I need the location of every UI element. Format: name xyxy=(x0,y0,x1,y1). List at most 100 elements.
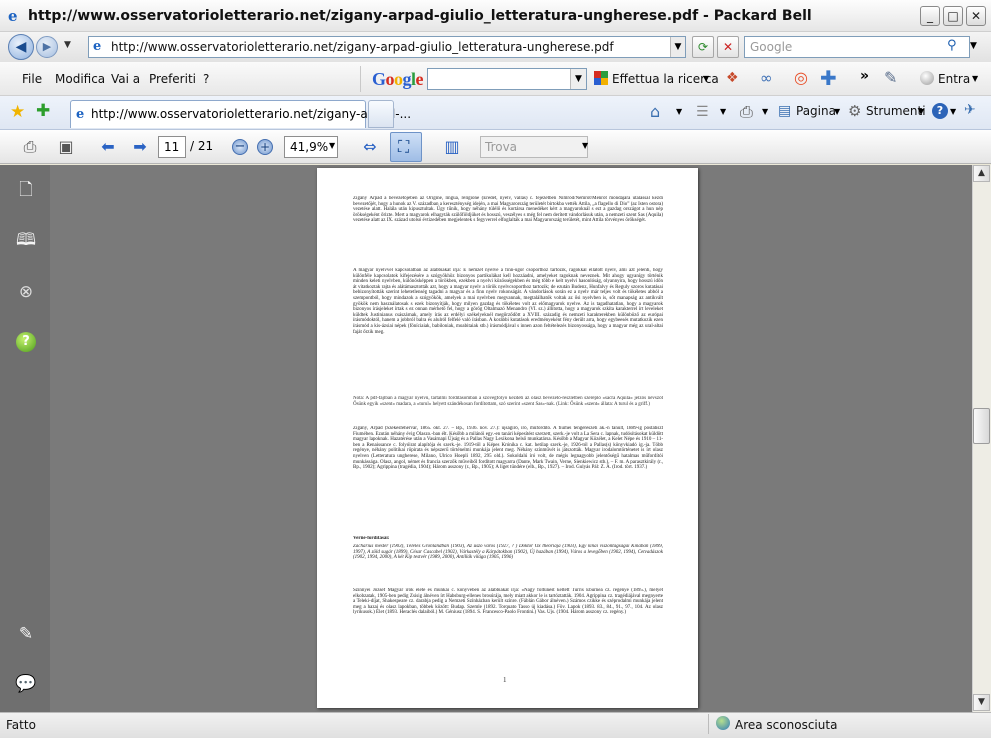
share-icon[interactable]: ∞ xyxy=(760,69,773,87)
print-icon[interactable]: ⎙ xyxy=(740,102,753,122)
binoculars-icon[interactable]: ⊗ xyxy=(14,280,38,304)
user-icon xyxy=(920,71,934,85)
tab-page-icon: e xyxy=(76,107,85,122)
tab-label: http://www.osservatorioletterario.net/zi… xyxy=(91,107,412,121)
back-button[interactable]: ◀ xyxy=(8,34,34,60)
history-dropdown-icon[interactable]: ▼ xyxy=(64,40,71,50)
menu-vai-a[interactable]: Vai a xyxy=(111,72,140,86)
status-text: Fatto xyxy=(6,718,36,732)
signin-dropdown-icon[interactable]: ▼ xyxy=(972,74,978,83)
page-number: 1 xyxy=(503,676,507,684)
status-separator xyxy=(708,714,709,734)
pdf-next-page-icon[interactable]: ➡ xyxy=(128,136,152,158)
gear-icon: ⚙ xyxy=(848,102,862,120)
minimize-button[interactable]: _ xyxy=(920,6,940,26)
bookmarks-icon[interactable]: ❖ xyxy=(726,70,739,86)
pdf-zoom-out-icon[interactable]: − xyxy=(232,139,248,155)
page-menu[interactable]: Pagina xyxy=(796,104,836,118)
pages-panel-icon[interactable]: 🗋 xyxy=(14,178,38,202)
google-search-dropdown-icon[interactable]: ▼ xyxy=(570,69,586,89)
comments-icon[interactable]: 💬 xyxy=(14,672,38,696)
maximize-button[interactable]: □ xyxy=(943,6,963,26)
url-dropdown-icon[interactable]: ▼ xyxy=(670,37,685,57)
verne-heading: Verne-fordításai: xyxy=(353,536,390,541)
menu-modifica[interactable]: Modifica xyxy=(55,72,105,86)
signin-button[interactable]: Entra xyxy=(938,72,970,86)
stop-button[interactable]: ✕ xyxy=(717,36,739,58)
globe-icon xyxy=(716,716,730,730)
pdf-prev-page-icon[interactable]: ⬅ xyxy=(96,136,120,158)
search-icon[interactable]: ⚲ xyxy=(947,38,957,53)
bookmarks-panel-icon[interactable]: 🕮 xyxy=(14,228,38,252)
page-icon: e xyxy=(93,39,102,54)
find-dropdown-icon[interactable]: ▼ xyxy=(582,141,588,150)
pdf-zoom-in-icon[interactable]: + xyxy=(257,139,273,155)
pdf-two-page-icon[interactable]: ▥ xyxy=(440,136,464,158)
menu-help[interactable]: ? xyxy=(203,72,209,86)
new-tab-button[interactable] xyxy=(368,100,394,128)
pdf-page-input[interactable]: 11 xyxy=(158,136,186,158)
pdf-fit-width-icon[interactable]: ⇔ xyxy=(358,136,382,158)
browser-window: e http://www.osservatorioletterario.net/… xyxy=(0,0,991,738)
research-icon[interactable]: ✈ xyxy=(964,102,976,118)
pdf-find-input[interactable]: Trova xyxy=(480,136,588,158)
search-placeholder: Google xyxy=(750,40,793,54)
pdf-print-icon[interactable]: ⎙ xyxy=(18,136,42,158)
pdf-page: Zigány Árpád a bevezetőjében az Origine,… xyxy=(317,168,698,708)
wrench-icon[interactable]: ✎ xyxy=(884,68,897,87)
zoom-dropdown-icon[interactable]: ▼ xyxy=(329,141,335,150)
pdf-save-icon[interactable]: ▣ xyxy=(54,136,78,158)
more-chevron-icon[interactable]: » xyxy=(860,68,869,84)
url-field[interactable]: e http://www.osservatorioletterario.net/… xyxy=(88,36,686,58)
menu-preferiti[interactable]: Preferiti xyxy=(149,72,196,86)
web-search-input[interactable]: Google xyxy=(744,36,970,58)
verne-list: Zacharius mester (1903), Télelés Grönlan… xyxy=(353,544,663,561)
url-text: http://www.osservatorioletterario.net/zi… xyxy=(111,40,614,54)
scroll-down-button[interactable]: ▼ xyxy=(973,694,990,711)
add-button-icon[interactable]: ✚ xyxy=(820,66,837,90)
help-dropdown-icon[interactable]: ▼ xyxy=(950,107,956,116)
help-icon[interactable]: ? xyxy=(932,103,948,119)
google-logo[interactable]: Google xyxy=(372,69,424,90)
security-zone: Area sconosciuta xyxy=(735,718,838,732)
attachments-icon[interactable]: ✎ xyxy=(14,622,38,646)
google-search-input[interactable]: ▼ xyxy=(427,68,587,90)
toolbar-separator xyxy=(360,66,361,92)
favorites-star-icon[interactable]: ★ xyxy=(10,102,25,122)
status-bar xyxy=(0,712,991,738)
scroll-up-button[interactable]: ▲ xyxy=(973,165,990,182)
tab-active[interactable]: e http://www.osservatorioletterario.net/… xyxy=(70,100,411,128)
search-options-icon[interactable]: ▼ xyxy=(970,41,977,51)
translate-icon[interactable]: ◎ xyxy=(794,68,808,87)
refresh-icon: ⟳ xyxy=(697,40,709,54)
paragraph-szinnyei: Szinnyei József Magyar írók élete és mun… xyxy=(353,588,663,616)
close-button[interactable]: ✕ xyxy=(966,6,986,26)
paragraph-biography: Zigány, Árpád (Székesfehérvár, 1865. okt… xyxy=(353,426,663,471)
home-dropdown-icon[interactable]: ▼ xyxy=(676,107,682,116)
help-panel-icon[interactable]: ? xyxy=(16,332,36,352)
stop-icon: ✕ xyxy=(722,40,734,54)
tools-dropdown-icon[interactable]: ▼ xyxy=(918,107,924,116)
google-search-button-icon xyxy=(594,71,608,85)
chevron-down-icon[interactable]: ▼ xyxy=(703,74,709,83)
add-favorites-icon[interactable]: ✚ xyxy=(36,101,50,121)
arrow-left-icon: ◀ xyxy=(15,39,27,55)
print-dropdown-icon[interactable]: ▼ xyxy=(762,107,768,116)
window-title: http://www.osservatorioletterario.net/zi… xyxy=(28,8,812,24)
feeds-icon[interactable]: ☰ xyxy=(696,104,709,120)
forward-button[interactable]: ▶ xyxy=(36,36,58,58)
home-icon[interactable]: ⌂ xyxy=(650,102,660,121)
ie-logo-icon: e xyxy=(8,7,18,25)
refresh-button[interactable]: ⟳ xyxy=(692,36,714,58)
page-dropdown-icon[interactable]: ▼ xyxy=(834,107,840,116)
paragraph-note: Nota: A pdf-fájlban a magyar nyelvű, tar… xyxy=(353,396,663,407)
scroll-thumb[interactable] xyxy=(973,408,990,444)
fit-page-icon: ⛶ xyxy=(398,137,410,156)
pdf-fit-page-button[interactable]: ⛶ xyxy=(390,132,422,162)
feeds-dropdown-icon[interactable]: ▼ xyxy=(720,107,726,116)
tools-menu[interactable]: Strumenti xyxy=(866,104,926,118)
pdf-total-pages: / 21 xyxy=(190,139,214,153)
menu-file[interactable]: File xyxy=(22,72,42,86)
paragraph-language: A magyar nyelvvel kapcsolatban az alábbi… xyxy=(353,268,663,335)
arrow-right-icon: ▶ xyxy=(42,40,52,53)
